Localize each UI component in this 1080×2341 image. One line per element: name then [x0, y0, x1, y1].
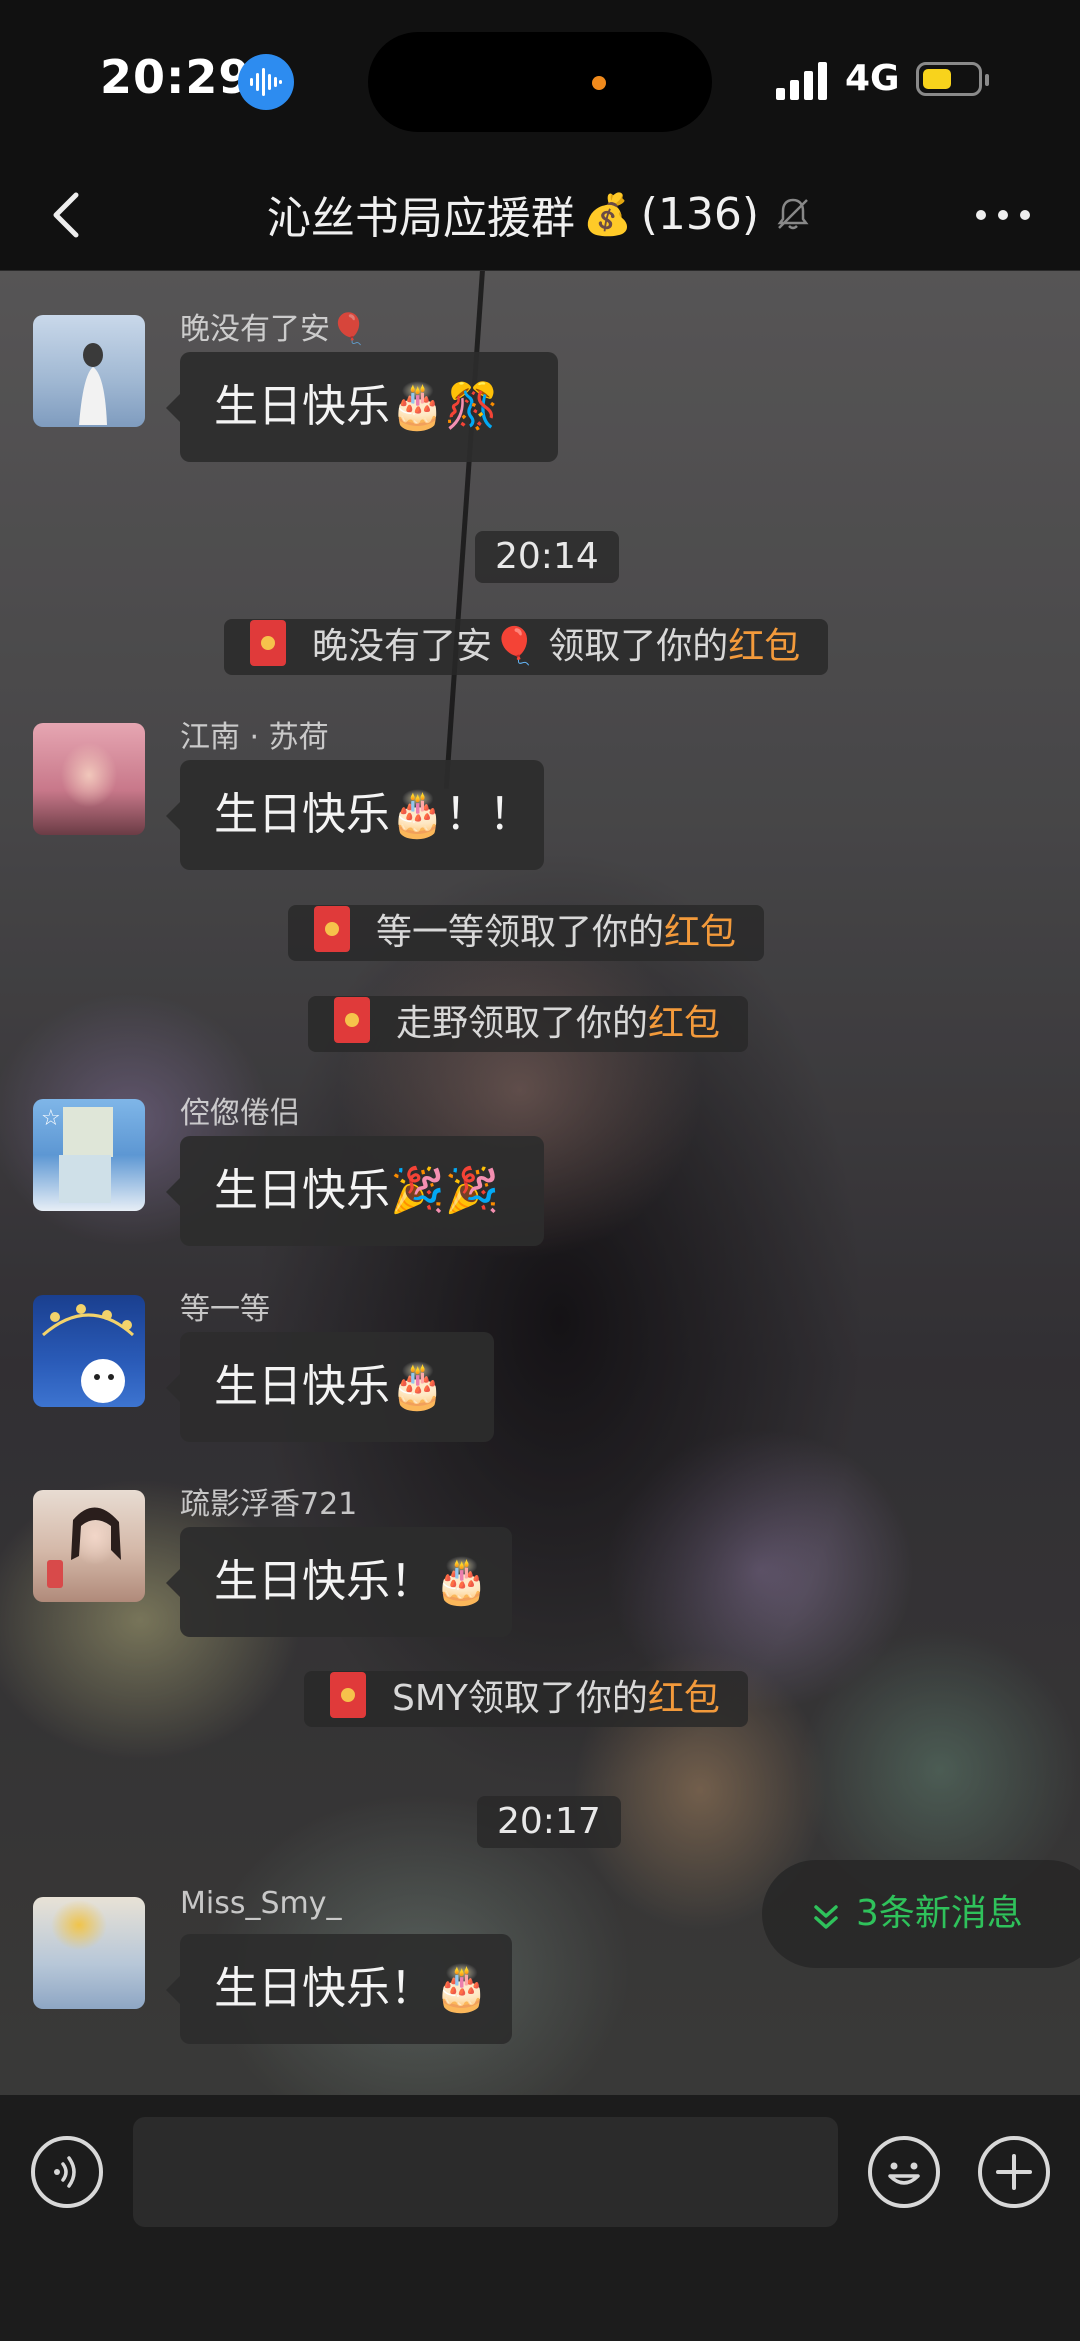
notice-user: 走野 — [396, 1003, 469, 1044]
redpacket-notice: 晚没有了安🎈 领取了你的红包 — [224, 619, 829, 675]
double-chevron-down-icon — [814, 1905, 838, 1929]
mute-bell-icon — [777, 198, 809, 230]
chat-header: 沁丝书局应援群 💰 (136) — [0, 160, 1080, 271]
new-messages-label: 3条新消息 — [856, 1893, 1023, 1934]
sender-name: 疏影浮香721 — [180, 1487, 358, 1522]
more-icon[interactable] — [974, 200, 1034, 230]
redpacket-link[interactable]: 红包 — [664, 912, 736, 953]
emoji-icon[interactable] — [868, 2136, 940, 2208]
avatar[interactable]: ☆ — [33, 1099, 145, 1211]
redpacket-icon — [330, 1672, 366, 1718]
redpacket-link[interactable]: 红包 — [648, 1003, 720, 1044]
message-bubble[interactable]: 生日快乐🎂🎊 — [166, 352, 558, 462]
message-bubble[interactable]: 生日快乐🎂 — [166, 1332, 494, 1442]
message-input[interactable] — [133, 2117, 838, 2227]
redpacket-notice: 走野领取了你的红包 — [308, 996, 749, 1052]
network-type: 4G — [845, 58, 900, 99]
voice-input-icon[interactable] — [31, 2136, 103, 2208]
message-emoji: 🎂 — [434, 1556, 489, 1607]
message-text: 生日快乐！ — [214, 1556, 434, 1607]
redpacket-notice: SMY领取了你的红包 — [304, 1671, 748, 1727]
dynamic-island — [368, 32, 712, 132]
signal-icon — [776, 62, 827, 100]
message-bubble[interactable]: 生日快乐🎉🎉 — [166, 1136, 544, 1246]
group-name: 沁丝书局应援群 — [266, 193, 575, 244]
timestamp: 20:14 — [475, 531, 619, 583]
svg-text:☆: ☆ — [41, 1106, 61, 1131]
avatar[interactable] — [33, 1490, 145, 1602]
message-emoji: 🎂🎊 — [390, 381, 500, 432]
battery-icon — [916, 62, 989, 96]
member-count: (136) — [640, 188, 760, 240]
notice-text: 领取了你的 — [484, 912, 665, 953]
input-bar — [0, 2095, 1080, 2341]
message-text: 生日快乐 — [214, 1361, 390, 1412]
sender-name: 江南 · 苏荷 — [180, 720, 329, 755]
plus-icon[interactable] — [978, 2136, 1050, 2208]
moneybag-icon: 💰 — [582, 191, 633, 238]
avatar[interactable] — [33, 315, 145, 427]
message-emoji: 🎉🎉 — [390, 1165, 500, 1216]
message-text: 生日快乐 — [214, 381, 390, 432]
notice-user: 等一等 — [376, 912, 485, 953]
notice-user: SMY — [392, 1678, 468, 1719]
message-emoji: 🎂 — [434, 1963, 489, 2014]
message-bubble[interactable]: 生日快乐！🎂 — [166, 1934, 512, 2044]
message-text: 生日快乐 — [214, 789, 390, 840]
message-emoji: 🎂！！ — [390, 789, 533, 840]
redpacket-link[interactable]: 红包 — [648, 1678, 720, 1719]
redpacket-icon — [314, 906, 350, 952]
redpacket-notice: 等一等领取了你的红包 — [288, 905, 765, 961]
avatar[interactable] — [33, 723, 145, 835]
redpacket-link[interactable]: 红包 — [728, 626, 800, 667]
notice-text: 领取了你的 — [468, 1003, 649, 1044]
sender-name: Miss_Smy_ — [180, 1886, 342, 1921]
new-messages-button[interactable]: 3条新消息 — [762, 1860, 1080, 1968]
notice-text: 领取了你的 — [467, 1678, 648, 1719]
message-text: 生日快乐！ — [214, 1963, 434, 2014]
message-text: 生日快乐 — [214, 1165, 390, 1216]
sender-name: 等一等 — [180, 1292, 270, 1327]
status-bar: 20:29 4G — [0, 0, 1080, 160]
redpacket-icon — [250, 620, 286, 666]
avatar[interactable] — [33, 1295, 145, 1407]
message-emoji: 🎂 — [390, 1361, 445, 1412]
group-title[interactable]: 沁丝书局应援群 💰 (136) — [0, 182, 1080, 246]
status-time: 20:29 — [100, 50, 252, 104]
avatar[interactable] — [33, 1897, 145, 2009]
notice-text: 领取了你的 — [536, 626, 729, 667]
message-bubble[interactable]: 生日快乐🎂！！ — [166, 760, 544, 870]
sender-name: 晚没有了安🎈 — [180, 312, 368, 347]
notice-user: 晚没有了安🎈 — [312, 626, 537, 667]
voice-activity-icon — [238, 54, 294, 110]
timestamp: 20:17 — [477, 1796, 621, 1848]
redpacket-icon — [334, 997, 370, 1043]
message-bubble[interactable]: 生日快乐！🎂 — [166, 1527, 512, 1637]
sender-name: 倥偬倦侣 — [180, 1096, 300, 1131]
